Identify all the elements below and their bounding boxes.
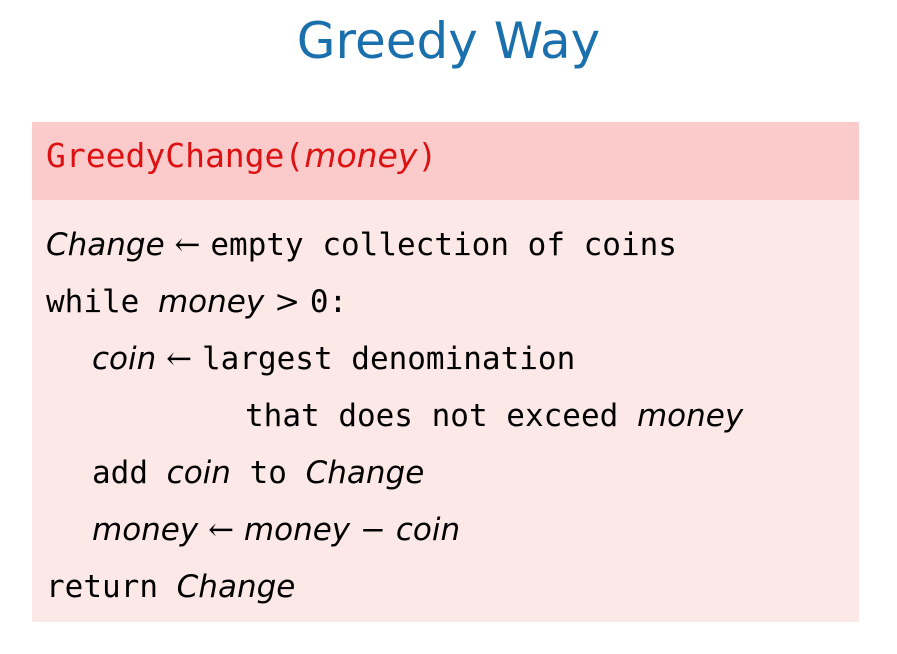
variable: Change: [305, 455, 425, 491]
operator: >: [264, 284, 310, 320]
assign-arrow: ←: [198, 512, 244, 548]
variable: money: [92, 512, 199, 548]
variable: money: [636, 398, 744, 434]
assign-arrow: ←: [156, 341, 202, 377]
code-line-6: money ← money − coin: [92, 510, 460, 550]
variable: Change: [46, 227, 165, 263]
keyword: return: [46, 569, 177, 605]
code-line-3: coin ← largest denomination: [92, 339, 575, 379]
assign-arrow: ←: [164, 227, 211, 263]
algorithm-header: GreedyChange(money): [32, 122, 859, 200]
number: 0:: [309, 284, 348, 320]
open-paren: (: [284, 136, 305, 175]
code-text: empty collection of coins: [210, 227, 677, 263]
variable: Change: [176, 569, 296, 605]
function-name: GreedyChange: [46, 136, 285, 175]
variable: money: [243, 512, 351, 548]
code-text: to: [230, 455, 306, 491]
code-line-5: add coin to Change: [92, 453, 424, 493]
slide-title: Greedy Way: [296, 12, 601, 70]
algorithm-block: GreedyChange(money) Change ← empty colle…: [32, 122, 859, 622]
code-line-2: while money > 0:: [46, 282, 347, 322]
function-signature: GreedyChange(money): [46, 136, 437, 175]
variable: coin: [395, 512, 461, 548]
keyword: add: [92, 455, 167, 491]
variable: money: [157, 284, 265, 320]
code-text: largest denomination: [201, 341, 576, 377]
code-line-7: return Change: [46, 567, 295, 607]
operator: −: [350, 512, 396, 548]
code-text: that does not exceed: [245, 398, 637, 434]
close-paren: ): [417, 136, 438, 175]
code-line-4: that does not exceed money: [245, 396, 743, 436]
code-line-1: Change ← empty collection of coins: [46, 225, 677, 265]
function-parameter: money: [304, 136, 418, 175]
variable: coin: [166, 455, 231, 491]
variable: coin: [92, 341, 157, 377]
keyword: while: [46, 284, 158, 320]
